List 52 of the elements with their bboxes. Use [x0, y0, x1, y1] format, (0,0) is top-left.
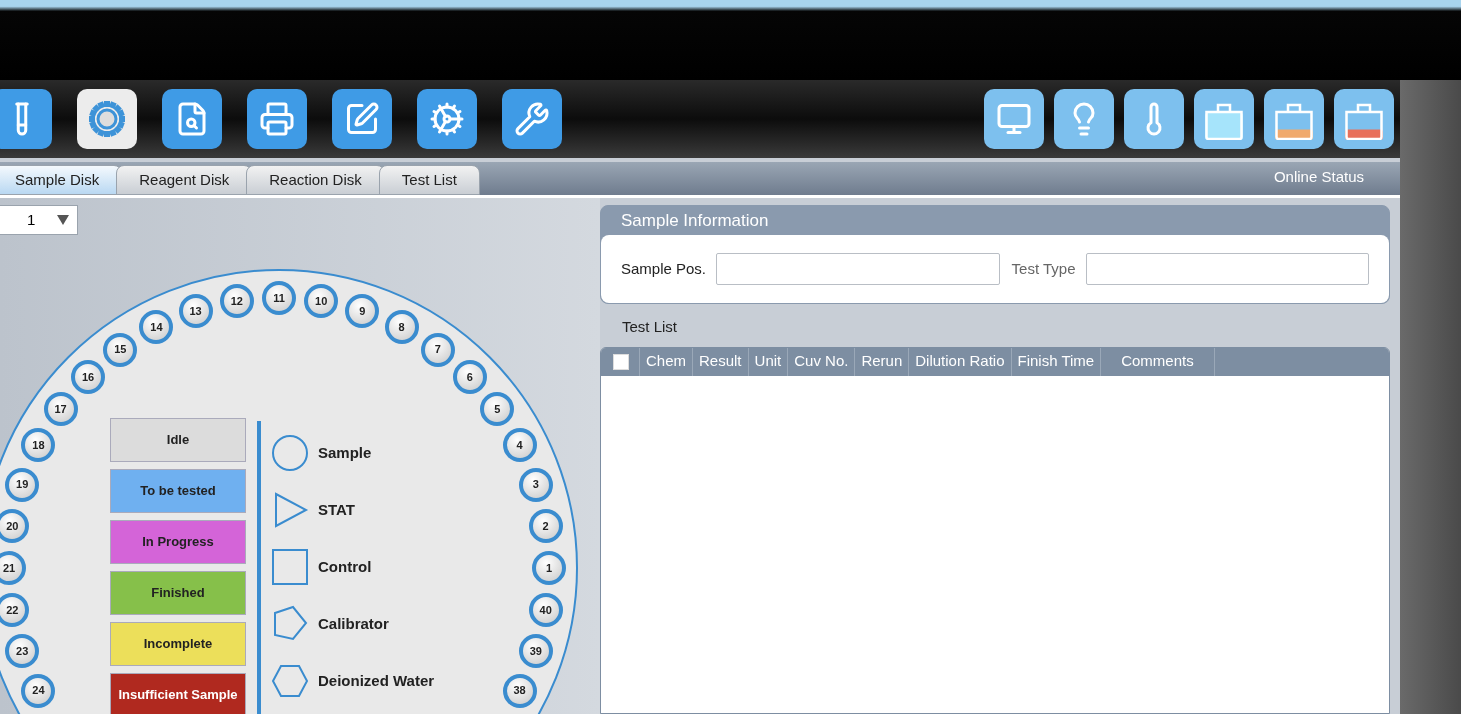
hexagon-icon — [271, 662, 309, 700]
wrench-icon — [514, 101, 550, 137]
status-legend-swatch: To be tested — [110, 469, 246, 513]
sample-type-label: Deionized Water — [318, 670, 435, 691]
status-legend-swatch: Finished — [110, 571, 246, 615]
column-header: Rerun — [854, 347, 909, 376]
status-indicator-button[interactable] — [1334, 89, 1394, 149]
column-header: Chem — [639, 347, 692, 376]
dropdown-caret-icon — [57, 215, 69, 225]
circle-icon — [271, 434, 309, 472]
status-legend-swatch: Incomplete — [110, 622, 246, 666]
sample-type-label: STAT — [318, 499, 355, 520]
status-legend-swatch: Insufficient Sample — [110, 673, 246, 714]
status-indicator-button[interactable] — [1264, 89, 1324, 149]
status-indicator-button[interactable] — [984, 89, 1044, 149]
input-field[interactable] — [716, 253, 1000, 285]
toolbar-button[interactable] — [417, 89, 477, 149]
panel-title: Sample Information — [620, 209, 770, 232]
tab[interactable]: Test List — [378, 165, 480, 195]
square-icon — [271, 548, 309, 586]
sample-type-label: Calibrator — [318, 613, 389, 634]
toolbar-button[interactable] — [162, 89, 222, 149]
status-indicator-button[interactable] — [1194, 89, 1254, 149]
column-header: Comments — [1100, 347, 1215, 376]
column-header: Finish Time — [1010, 347, 1101, 376]
pentagon-icon — [271, 605, 309, 643]
gear-icon — [429, 101, 465, 137]
test-list-title: Test List — [622, 317, 678, 337]
monitor-icon — [996, 101, 1032, 137]
sample-type-label: Sample — [318, 442, 372, 463]
status-legend-swatch: In Progress — [110, 520, 246, 564]
toolbar-button[interactable] — [332, 89, 392, 149]
column-header: Cuv No. — [787, 347, 855, 376]
disk-selector[interactable]: 1 — [0, 205, 78, 235]
status-indicator-button[interactable] — [1054, 89, 1114, 149]
online-status-label: Online Status — [1273, 166, 1364, 187]
status-indicator-button[interactable] — [1124, 89, 1184, 149]
field-label: Test Type — [1011, 258, 1076, 279]
column-header: Unit — [747, 347, 788, 376]
toolbar-button[interactable] — [77, 89, 137, 149]
select-all-checkbox[interactable] — [613, 353, 629, 370]
field-label: Sample Pos. — [621, 258, 707, 279]
disk-icon — [87, 99, 127, 139]
status-legend-swatch: Idle — [110, 418, 246, 462]
sample-type-label: Control — [318, 556, 372, 577]
column-header: Result — [692, 347, 748, 376]
input-field[interactable] — [1085, 253, 1369, 285]
edit-icon — [344, 101, 380, 137]
column-header: Dilution Ratio — [908, 347, 1011, 376]
toolbar-button[interactable] — [502, 89, 562, 149]
toolbar-button[interactable] — [247, 89, 307, 149]
printer-icon — [259, 101, 295, 137]
